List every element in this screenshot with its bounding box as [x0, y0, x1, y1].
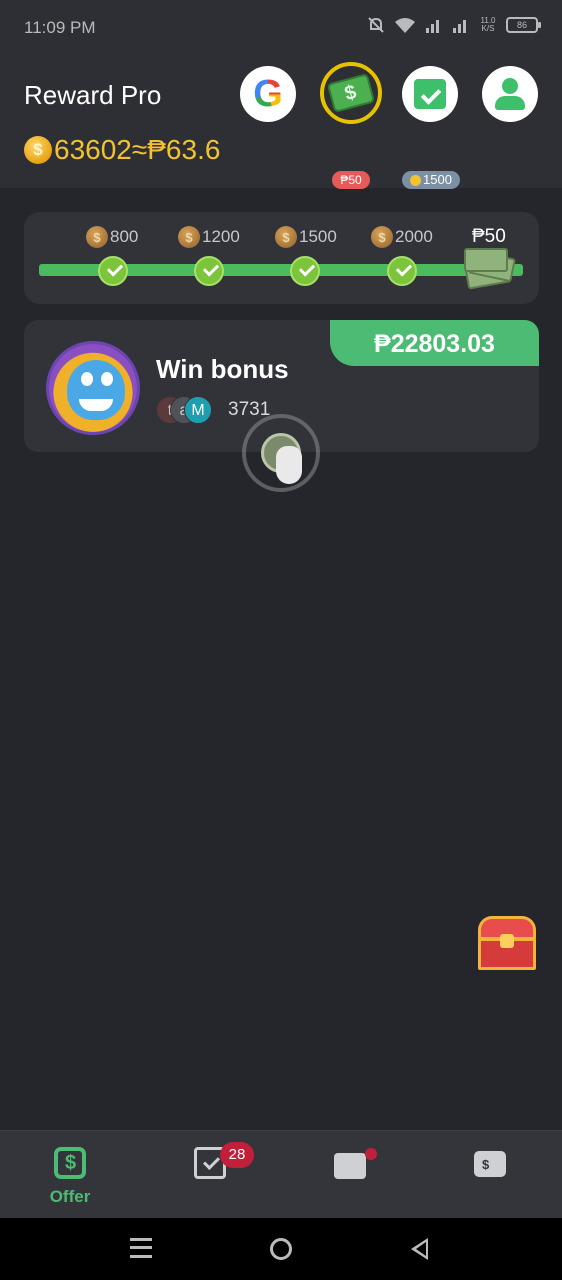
milestone-label: 2000: [395, 227, 433, 246]
bottom-nav: Offer: [0, 1130, 562, 1218]
home-button[interactable]: [270, 1238, 292, 1260]
mini-coin-icon: [410, 174, 422, 186]
net-speed: 11.0 K/S: [480, 16, 496, 33]
milestone-1500: $ 1500: [275, 226, 337, 248]
coin-amount: 63602: [54, 134, 132, 165]
inbox-icon: [334, 1153, 366, 1179]
milestone-label: 1500: [299, 227, 337, 246]
nav-inbox[interactable]: [280, 1131, 420, 1219]
signal-icon-2: [453, 20, 466, 33]
coin-progress-card[interactable]: $ 800 $ 1200 $ 1500 $ 2000 ₱50: [24, 212, 539, 304]
coin-icon: $: [275, 226, 297, 248]
check-icon: [98, 256, 128, 286]
inbox-dot-badge: [365, 1148, 377, 1160]
check-icon: [194, 256, 224, 286]
checkin-coin-amount: 1500: [423, 172, 452, 187]
google-icon: G: [253, 72, 283, 115]
app-title: Reward Pro: [24, 80, 162, 110]
coin-icon: $: [86, 226, 108, 248]
nav-wallet[interactable]: [420, 1131, 560, 1219]
app-header: Reward Pro $ 63602 ≈₱63.6 G ₱50 1500: [0, 56, 562, 189]
google-login-button[interactable]: G: [240, 66, 296, 122]
milestone-1200: $ 1200: [178, 226, 240, 248]
status-bar: 11:09 PM 11.0 K/S 86: [0, 0, 562, 56]
nav-tasks[interactable]: [140, 1131, 280, 1219]
check-icon: [387, 256, 417, 286]
tasks-count-badge: 28: [220, 1142, 254, 1168]
wifi-icon: [395, 18, 415, 33]
battery-icon: 86: [506, 17, 541, 33]
back-button[interactable]: [411, 1238, 428, 1260]
mute-bell-icon: [368, 17, 384, 33]
wallet-icon: [474, 1151, 506, 1177]
nav-offer[interactable]: Offer: [0, 1131, 140, 1219]
coin-icon: $: [24, 136, 52, 164]
treasure-chest-button[interactable]: [476, 916, 538, 972]
cash-icon: [326, 73, 376, 113]
signal-icon: [426, 20, 439, 33]
check-icon: [290, 256, 320, 286]
tap-hint-icon: [242, 414, 320, 492]
checkin-coin-badge: 1500: [402, 171, 460, 189]
milestone-label: 800: [110, 227, 139, 246]
prize-amount: ₱22803.03: [330, 320, 539, 366]
milestone-label: 1200: [202, 227, 240, 246]
calendar-check-icon: [414, 79, 446, 109]
cash-reward-button[interactable]: [320, 62, 382, 124]
offer-title: Win bonus: [156, 354, 289, 384]
coin-balance: $ 63602 ≈₱63.6: [24, 134, 220, 166]
status-icons: 11.0 K/S 86: [367, 16, 541, 34]
money-stack-icon: [462, 248, 517, 290]
coin-icon: $: [178, 226, 200, 248]
system-nav-bar: [0, 1218, 562, 1280]
final-reward-label: ₱50: [472, 226, 506, 247]
daily-checkin-button[interactable]: [402, 66, 458, 122]
profile-button[interactable]: [482, 66, 538, 122]
recent-apps-button[interactable]: [130, 1238, 152, 1258]
offer-icon: [54, 1147, 86, 1179]
milestone-2000: $ 2000: [371, 226, 433, 248]
player-avatar: M: [184, 396, 212, 424]
coin-approx-value: ≈₱63.6: [131, 134, 221, 165]
game-genie-icon: [46, 341, 140, 435]
player-avatars: t a M 3731: [156, 396, 270, 424]
nav-offer-label: Offer: [49, 1187, 91, 1206]
coin-icon: $: [371, 226, 393, 248]
status-time: 11:09 PM: [24, 18, 96, 37]
cash-reward-badge: ₱50: [332, 171, 370, 189]
milestone-800: $ 800: [86, 226, 138, 248]
profile-icon: [482, 66, 538, 122]
